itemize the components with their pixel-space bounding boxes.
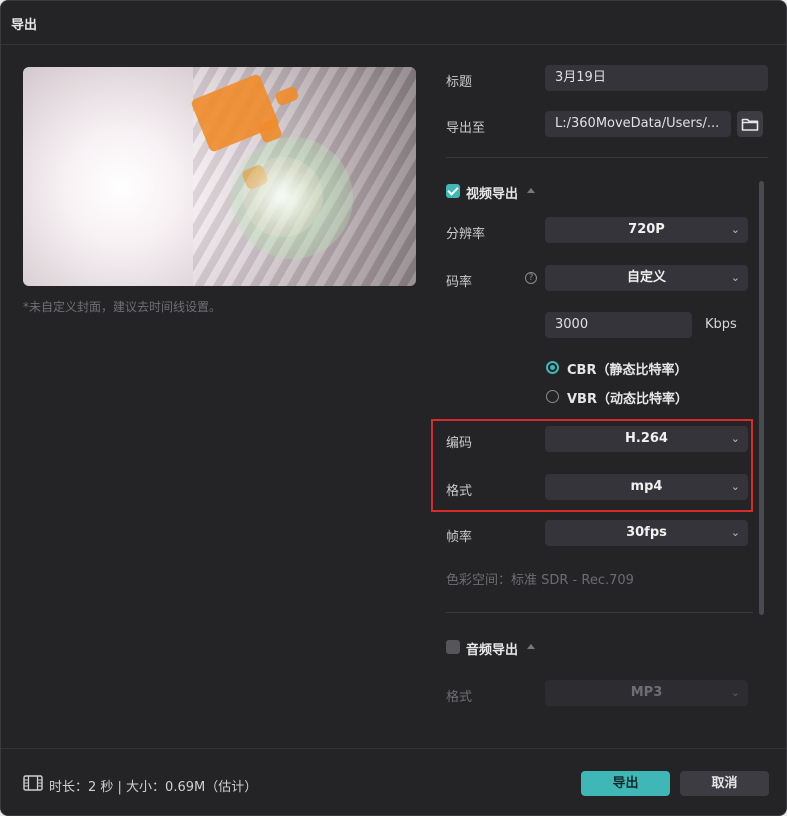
collapse-caret-icon[interactable] (527, 644, 535, 649)
resolution-value: 720P (628, 222, 665, 237)
title-input[interactable]: 3月19日 (545, 65, 768, 91)
film-icon (23, 775, 43, 791)
chevron-down-icon: ⌄ (730, 271, 740, 284)
title-label: 标题 (446, 75, 473, 90)
video-preview (23, 67, 416, 286)
cover-note: *未自定义封面，建议去时间线设置。 (23, 300, 222, 314)
title-bar: 导出 (1, 1, 786, 45)
audio-export-label: 音频导出 (466, 643, 519, 658)
vbr-label[interactable]: VBR（动态比特率） (567, 388, 688, 407)
resolution-label: 分辨率 (446, 227, 486, 242)
dialog-title: 导出 (11, 18, 38, 33)
divider (446, 612, 753, 613)
bitrate-mode-value: 自定义 (626, 270, 666, 285)
audio-format-label: 格式 (446, 690, 473, 705)
export-button[interactable]: 导出 (581, 771, 670, 796)
export-to-label: 导出至 (446, 121, 486, 136)
chevron-down-icon: ⌄ (730, 686, 740, 699)
export-dialog: 导出 *未自定义封面，建议去时间线设置。 标题 3月19日 导出至 L:/360… (0, 0, 787, 816)
folder-icon (741, 118, 759, 131)
video-export-checkbox[interactable] (446, 184, 460, 198)
colorspace-info: 色彩空间：标准 SDR - Rec.709 (446, 573, 634, 588)
audio-format-value: MP3 (630, 685, 663, 700)
browse-folder-button[interactable] (737, 111, 763, 137)
chevron-down-icon: ⌄ (730, 223, 740, 236)
framerate-select[interactable]: 30fps ⌄ (545, 520, 748, 546)
framerate-value: 30fps (626, 525, 667, 540)
audio-format-select[interactable]: MP3 ⌄ (545, 680, 748, 706)
bitrate-input[interactable]: 3000 (545, 312, 692, 338)
export-path-input[interactable]: L:/360MoveData/Users/... (545, 111, 731, 137)
framerate-label: 帧率 (446, 530, 473, 545)
help-icon[interactable]: ? (525, 272, 537, 284)
collapse-caret-icon[interactable] (527, 188, 535, 193)
cbr-label[interactable]: CBR（静态比特率） (567, 359, 687, 378)
highlight-box (431, 419, 753, 512)
scrollbar[interactable] (759, 181, 764, 615)
cbr-radio[interactable] (546, 361, 559, 374)
divider (446, 157, 768, 158)
bitrate-unit: Kbps (705, 317, 737, 332)
bitrate-label: 码率 (446, 275, 473, 290)
preview-flare (243, 157, 323, 237)
vbr-radio[interactable] (546, 390, 559, 403)
resolution-select[interactable]: 720P ⌄ (545, 217, 748, 243)
bitrate-mode-select[interactable]: 自定义 ⌄ (545, 265, 748, 291)
chevron-down-icon: ⌄ (730, 526, 740, 539)
video-export-label: 视频导出 (466, 187, 519, 202)
audio-export-checkbox[interactable] (446, 640, 460, 654)
duration-size-info: 时长：2 秒 | 大小：0.69M（估计） (49, 780, 258, 795)
cancel-button[interactable]: 取消 (680, 771, 769, 796)
